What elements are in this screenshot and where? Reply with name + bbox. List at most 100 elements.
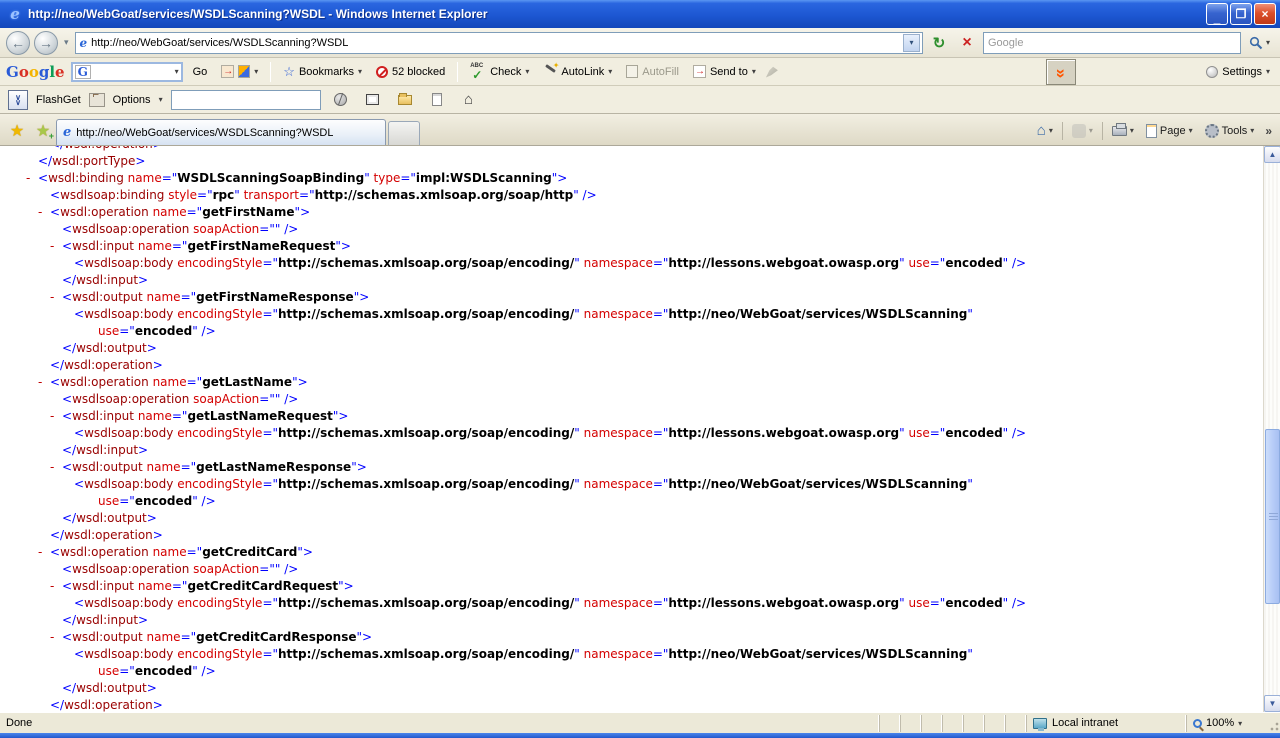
- page-menu-button[interactable]: Page▾: [1141, 122, 1198, 140]
- collapse-toggle[interactable]: -: [38, 374, 50, 391]
- home-button[interactable]: ⌂▾: [1032, 120, 1058, 141]
- collapse-toggle[interactable]: -: [50, 459, 62, 476]
- scrollbar-thumb[interactable]: [1265, 429, 1280, 604]
- forward-button[interactable]: →: [34, 31, 58, 55]
- xml-line: -<wsdl:operation name="getCreditCard">: [0, 544, 1263, 561]
- collapse-toggle[interactable]: -: [38, 204, 50, 221]
- collapse-toggle[interactable]: -: [38, 544, 50, 561]
- search-more-icon[interactable]: ▾: [254, 67, 258, 76]
- xml-line: -<wsdl:input name="getFirstNameRequest">: [0, 238, 1263, 255]
- stop-button[interactable]: ×: [955, 31, 979, 55]
- send-to-icon: [693, 65, 706, 78]
- xml-line: <wsdlsoap:operation soapAction="" />: [0, 561, 1263, 578]
- window-title: http://neo/WebGoat/services/WSDLScanning…: [28, 7, 1206, 21]
- url-text[interactable]: http://neo/WebGoat/services/WSDLScanning…: [91, 37, 899, 49]
- tab-title: http://neo/WebGoat/services/WSDLScanning…: [76, 127, 333, 139]
- spellcheck-button[interactable]: ABC✓ Check▾: [466, 63, 533, 81]
- collapse-toggle[interactable]: -: [26, 170, 38, 187]
- google-toolbar: Google G ▾ Go ▾ ☆ Bookmarks▾ 52 blocked …: [0, 58, 1280, 86]
- search-go-button[interactable]: ▾: [1245, 36, 1274, 50]
- command-bar: ⌂▾ ▾ ▾ Page▾ Tools▾ »: [1032, 120, 1276, 145]
- add-favorite-button[interactable]: ★ +: [30, 119, 56, 143]
- favorites-button[interactable]: ★: [4, 119, 30, 143]
- google-go-button[interactable]: Go: [189, 64, 212, 80]
- history-dropdown-icon[interactable]: ▾: [62, 37, 71, 48]
- google-search-input[interactable]: G ▾: [71, 62, 183, 82]
- autofill-button: AutoFill: [622, 63, 683, 80]
- xml-line: use="encoded" />: [0, 663, 1263, 680]
- tools-menu-button[interactable]: Tools▾: [1200, 122, 1260, 140]
- flashget-search-input[interactable]: [171, 90, 321, 110]
- page-link-icon: [432, 93, 442, 106]
- scroll-down-button[interactable]: ▼: [1264, 695, 1280, 712]
- monitor-target-icon: [366, 94, 379, 105]
- xml-line: <wsdlsoap:binding style="rpc" transport=…: [0, 187, 1263, 204]
- search-box[interactable]: Google: [983, 32, 1241, 54]
- xml-line: </wsdl:input>: [0, 442, 1263, 459]
- xml-line: <wsdlsoap:body encodingStyle="http://sch…: [0, 476, 1263, 493]
- zoom-control[interactable]: 100% ▾: [1186, 715, 1266, 732]
- flashget-monitor-button[interactable]: [361, 89, 385, 111]
- vertical-scrollbar[interactable]: ▲ ▼: [1263, 146, 1280, 712]
- new-tab-button[interactable]: [388, 121, 420, 145]
- active-tab[interactable]: e http://neo/WebGoat/services/WSDLScanni…: [56, 119, 386, 145]
- xml-line: <wsdlsoap:body encodingStyle="http://sch…: [0, 646, 1263, 663]
- stop-icon: ×: [962, 34, 971, 52]
- options-label[interactable]: Options: [113, 94, 151, 106]
- news-search-icon: [221, 65, 234, 78]
- search-icon: [1249, 36, 1263, 50]
- scroll-up-button[interactable]: ▲: [1264, 146, 1280, 163]
- back-button[interactable]: ←: [6, 31, 30, 55]
- xml-line: -<wsdl:input name="getLastNameRequest">: [0, 408, 1263, 425]
- bookmarks-button[interactable]: ☆ Bookmarks▾: [279, 62, 366, 82]
- refresh-button[interactable]: ↻: [927, 31, 951, 55]
- url-field[interactable]: e http://neo/WebGoat/services/WSDLScanni…: [75, 32, 923, 54]
- close-button[interactable]: ×: [1254, 3, 1276, 25]
- send-to-button[interactable]: Send to▾: [689, 63, 760, 80]
- page-content: </wsdl:operation></wsdl:portType>-<wsdl:…: [0, 145, 1280, 712]
- collapse-toggle[interactable]: -: [50, 289, 62, 306]
- xml-line: </wsdl:output>: [0, 510, 1263, 527]
- flashget-catcher-button[interactable]: »: [1046, 59, 1076, 85]
- popup-blocked-button[interactable]: 52 blocked: [372, 64, 449, 80]
- autolink-wand-icon: [543, 65, 557, 79]
- collapse-toggle[interactable]: -: [50, 408, 62, 425]
- settings-orb-icon: [1206, 66, 1218, 78]
- xml-line: </wsdl:input>: [0, 612, 1263, 629]
- flashget-search-button[interactable]: [329, 89, 353, 111]
- zoom-dropdown-icon[interactable]: ▾: [1238, 719, 1242, 728]
- maximize-button[interactable]: ❐: [1230, 3, 1252, 25]
- search-options-icon[interactable]: ▾: [1266, 38, 1270, 47]
- xml-line: -<wsdl:binding name="WSDLScanningSoapBin…: [0, 170, 1263, 187]
- minimize-button[interactable]: _: [1206, 3, 1228, 25]
- url-dropdown-button[interactable]: ▾: [903, 34, 920, 52]
- collapse-toggle[interactable]: -: [50, 578, 62, 595]
- flashget-downloads-button[interactable]: [393, 89, 417, 111]
- flashget-icon[interactable]: ∨∨: [8, 90, 28, 110]
- search-site-button[interactable]: ▾: [217, 63, 262, 80]
- title-bar: e http://neo/WebGoat/services/WSDLScanni…: [0, 0, 1280, 28]
- xml-line: <wsdlsoap:body encodingStyle="http://sch…: [0, 595, 1263, 612]
- status-cell: [963, 715, 984, 732]
- google-search-dropdown-icon[interactable]: ▾: [175, 67, 179, 76]
- xml-document: </wsdl:operation></wsdl:portType>-<wsdl:…: [0, 146, 1263, 712]
- zoom-icon: [1193, 719, 1202, 728]
- zone-label: Local intranet: [1052, 717, 1118, 729]
- collapse-toggle[interactable]: -: [50, 238, 62, 255]
- xml-line: </wsdl:portType>: [0, 153, 1263, 170]
- collapse-toggle[interactable]: -: [50, 629, 62, 646]
- print-button[interactable]: ▾: [1107, 124, 1139, 138]
- search-globe-icon: [334, 93, 347, 106]
- google-g-icon: G: [75, 65, 91, 79]
- xml-line: <wsdlsoap:operation soapAction="" />: [0, 221, 1263, 238]
- resize-grip[interactable]: [1266, 715, 1280, 732]
- flashget-links-button[interactable]: [425, 89, 449, 111]
- address-bar: ← → ▾ e http://neo/WebGoat/services/WSDL…: [0, 28, 1280, 58]
- tab-favicon: e: [63, 125, 71, 140]
- xml-line: <wsdlsoap:body encodingStyle="http://sch…: [0, 306, 1263, 323]
- autolink-button[interactable]: AutoLink▾: [539, 63, 616, 81]
- options-dropdown-icon[interactable]: ▾: [159, 95, 163, 104]
- toolbar-overflow-icon[interactable]: »: [1261, 124, 1276, 138]
- flashget-home-button[interactable]: ⌂: [457, 89, 481, 111]
- settings-button[interactable]: Settings▾: [1202, 64, 1274, 80]
